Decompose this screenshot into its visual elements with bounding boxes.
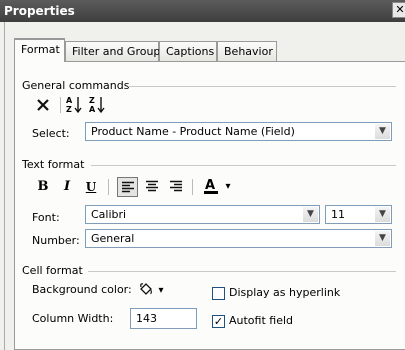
text-format-heading: Text format [22,158,85,171]
toolbar-separator [108,179,109,195]
toolbar-separator [60,97,61,113]
align-left-icon [122,181,134,193]
tab-format[interactable]: Format [14,38,65,62]
font-value: Calibri [91,208,127,221]
close-icon: ✕ [395,3,405,16]
italic-button[interactable]: I [60,178,74,196]
close-button[interactable]: ✕ [392,2,405,18]
check-icon: ✓ [213,315,224,328]
background-color-label: Background color: [32,283,132,296]
svg-text:Z: Z [89,96,95,105]
tab-label: Filter and Group [72,45,161,58]
select-value: Product Name - Product Name (Field) [91,125,295,138]
font-label: Font: [32,211,60,224]
group-divider [128,86,396,87]
chevron-down-icon: ▼ [375,231,390,246]
chevron-down-icon: ▼ [375,124,390,139]
tab-label: Format [21,43,60,56]
autofit-label: Autofit field [229,314,294,327]
tab-captions[interactable]: Captions [159,41,217,61]
select-label: Select: [32,127,70,140]
column-width-value: 143 [136,312,157,325]
select-dropdown[interactable]: Product Name - Product Name (Field) ▼ [85,122,392,141]
background-color-dropdown-icon[interactable]: ▾ [156,282,166,300]
tab-behavior[interactable]: Behavior [217,41,277,61]
align-right-icon[interactable] [169,180,183,193]
tab-label: Captions [166,45,215,58]
svg-text:A: A [66,96,73,105]
align-left-button[interactable] [117,177,138,197]
sort-ascending-icon[interactable]: A Z [66,95,82,115]
chevron-down-icon: ▼ [375,207,390,222]
general-commands-heading: General commands [22,79,130,92]
underline-button[interactable]: U [84,178,98,196]
tab-label: Behavior [224,45,273,58]
font-color-icon[interactable]: A [202,177,220,195]
font-size-value: 11 [331,208,345,221]
hyperlink-checkbox[interactable] [212,287,225,300]
paint-bucket-icon[interactable] [138,281,154,297]
bold-button[interactable]: B [36,178,50,196]
autofit-checkbox[interactable]: ✓ [212,315,225,328]
title-bar: Properties [0,0,405,22]
align-center-icon[interactable] [145,180,159,193]
svg-text:Z: Z [66,105,72,114]
delete-icon[interactable] [34,96,52,114]
svg-text:A: A [89,105,96,114]
chevron-down-icon: ▼ [303,207,318,222]
column-width-label: Column Width: [32,312,114,325]
tab-filter-and-group[interactable]: Filter and Group [65,41,161,61]
number-format-dropdown[interactable]: General ▼ [85,229,392,248]
column-width-input[interactable]: 143 [130,308,197,329]
svg-text:A: A [205,178,215,193]
font-size-dropdown[interactable]: 11 ▼ [325,205,392,224]
hyperlink-label: Display as hyperlink [229,286,341,299]
number-label: Number: [32,234,80,247]
font-dropdown[interactable]: Calibri ▼ [85,205,320,224]
group-divider [88,271,396,272]
font-color-dropdown-icon[interactable]: ▾ [223,178,233,196]
sort-descending-icon[interactable]: Z A [89,95,105,115]
toolbar-separator [192,179,193,195]
number-value: General [91,232,135,245]
window-title: Properties [4,4,75,18]
cell-format-heading: Cell format [22,264,83,277]
group-divider [91,165,396,166]
